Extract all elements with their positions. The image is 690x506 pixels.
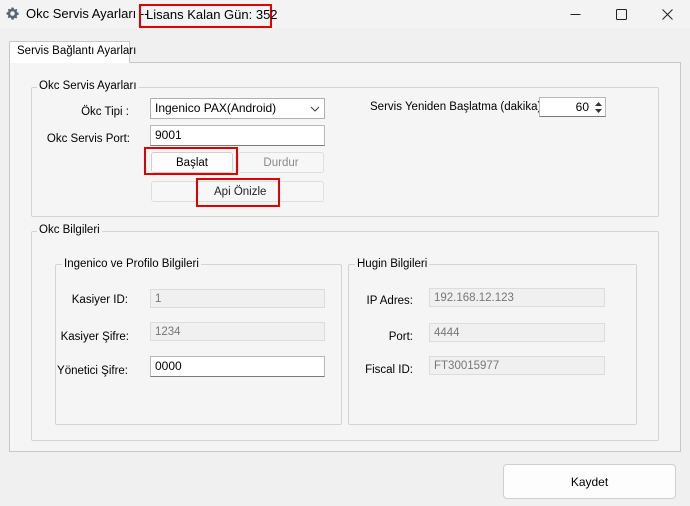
restart-label: Servis Yeniden Başlatma (dakika): [370,101,545,113]
cashier-password-field: 1234 [150,322,325,341]
close-button[interactable] [644,0,690,28]
spin-up-button[interactable] [592,99,604,107]
hugin-port-label: Port: [388,331,413,343]
restart-minutes-value: 60 [575,100,589,114]
chevron-down-icon [310,106,320,112]
save-button[interactable]: Kaydet [503,464,676,499]
service-port-label: Okc Servis Port: [46,133,130,145]
okc-type-select[interactable]: Ingenico PAX(Android) [150,98,325,119]
ingenico-group-title: Ingenico ve Profilo Bilgileri [62,258,201,270]
manager-password-label: Yönetici Şifre: [57,365,128,377]
start-highlight-box [144,147,238,175]
ip-address-field: 192.168.12.123 [429,288,605,307]
fiscal-id-field: FT30015977 [429,356,605,375]
restart-minutes-input[interactable]: 60 [539,97,606,117]
cashier-id-label: Kasiyer ID: [71,294,128,306]
fiscal-id-label: Fiscal ID: [365,364,413,376]
okc-type-label: Ökc Tipi : [81,106,129,118]
license-days-label: Lisans Kalan Gün: 352 [146,7,278,22]
minimize-button[interactable] [552,0,598,28]
cashier-password-label: Kasiyer Şifre: [60,331,129,343]
spin-down-button[interactable] [592,107,604,115]
hugin-port-field: 4444 [429,323,605,342]
api-preview-button[interactable]: Api Önizle [214,186,266,198]
arrow-up-icon [594,101,602,106]
close-icon [661,8,673,20]
arrow-down-icon [594,108,602,113]
manager-password-input[interactable]: 0000 [150,356,325,377]
maximize-button[interactable] [598,0,644,28]
hugin-group-title: Hugin Bilgileri [355,258,430,270]
ip-address-label: IP Adres: [366,295,413,307]
stop-button[interactable]: Durdur [238,152,324,173]
tab-servis-baglanti[interactable]: Servis Bağlantı Ayarları [9,41,136,63]
window-title: Okc Servis Ayarları -- [26,6,149,21]
minimize-icon [570,13,580,15]
service-settings-group-title: Okc Servis Ayarları [37,80,139,92]
service-port-input[interactable]: 9001 [150,125,325,146]
restart-spinner [592,99,604,116]
okc-info-group-title: Okc Bilgileri [37,224,102,236]
gear-icon [5,6,20,21]
cashier-id-field: 1 [150,289,325,308]
maximize-icon [615,8,627,20]
okc-type-value: Ingenico PAX(Android) [155,101,277,115]
